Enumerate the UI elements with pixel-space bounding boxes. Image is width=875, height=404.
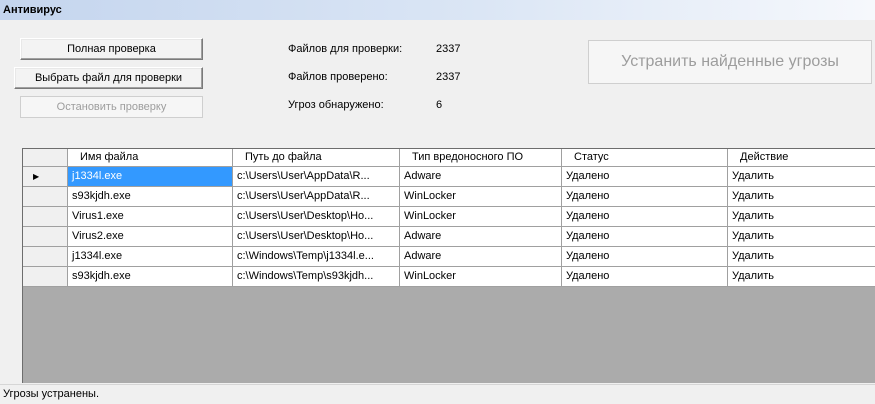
row-header[interactable] <box>23 207 68 227</box>
file-name-cell[interactable]: s93kjdh.exe <box>68 187 233 207</box>
remove-threats-button[interactable]: Устранить найденные угрозы <box>588 40 872 84</box>
files-to-scan-value: 2337 <box>436 43 461 55</box>
files-scanned-value: 2337 <box>436 71 461 83</box>
status-bar: Угрозы устранены. <box>0 384 875 403</box>
column-header-file-path[interactable]: Путь до файла <box>233 149 400 167</box>
row-header-corner <box>23 149 68 167</box>
files-to-scan-label: Файлов для проверки: <box>288 43 403 55</box>
row-header[interactable] <box>23 187 68 207</box>
threats-label: Угроз обнаружено: <box>288 99 384 111</box>
row-header[interactable]: ▶ <box>23 167 68 187</box>
malware-type-cell[interactable]: Adware <box>400 247 562 267</box>
table-row[interactable]: Virus2.exe c:\Users\User\Desktop\Ho... Adw… <box>23 227 875 247</box>
file-name-cell[interactable]: s93kjdh.exe <box>68 267 233 287</box>
action-cell[interactable]: Удалить <box>728 167 875 187</box>
table-row[interactable]: Virus1.exe c:\Users\User\Desktop\Ho... Win… <box>23 207 875 227</box>
column-header-status[interactable]: Статус <box>562 149 728 167</box>
action-cell[interactable]: Удалить <box>728 247 875 267</box>
table-header: Имя файла Путь до файла Тип вредоносного… <box>23 149 875 169</box>
row-header[interactable] <box>23 267 68 287</box>
malware-type-cell[interactable]: WinLocker <box>400 187 562 207</box>
action-cell[interactable]: Удалить <box>728 227 875 247</box>
row-header[interactable] <box>23 247 68 267</box>
column-header-action[interactable]: Действие <box>728 149 875 167</box>
row-header[interactable] <box>23 227 68 247</box>
window-title: Антивирус <box>0 0 875 20</box>
status-cell[interactable]: Удалено <box>562 267 728 287</box>
action-cell[interactable]: Удалить <box>728 267 875 287</box>
file-name-cell[interactable]: Virus1.exe <box>68 207 233 227</box>
action-cell[interactable]: Удалить <box>728 207 875 227</box>
status-cell[interactable]: Удалено <box>562 187 728 207</box>
status-cell[interactable]: Удалено <box>562 167 728 187</box>
current-row-arrow-icon: ▶ <box>33 172 40 181</box>
file-path-cell[interactable]: c:\Users\User\Desktop\Ho... <box>233 207 400 227</box>
file-name-cell[interactable]: j1334l.exe <box>68 247 233 267</box>
threats-value: 6 <box>436 99 443 111</box>
column-header-file-name[interactable]: Имя файла <box>68 149 233 167</box>
stop-scan-button[interactable]: Остановить проверку <box>20 96 203 118</box>
file-path-cell[interactable]: c:\Users\User\AppData\R... <box>233 187 400 207</box>
table-row[interactable]: ▶ j1334l.exe c:\Users\User\AppData\R... Adw… <box>23 167 875 187</box>
table-row[interactable]: j1334l.exe c:\Windows\Temp\j1334l.e... Adw… <box>23 247 875 267</box>
threats-table[interactable]: Имя файла Путь до файла Тип вредоносного… <box>22 148 875 383</box>
file-name-cell[interactable]: j1334l.exe <box>68 167 233 187</box>
status-cell[interactable]: Удалено <box>562 227 728 247</box>
malware-type-cell[interactable]: WinLocker <box>400 267 562 287</box>
files-scanned-label: Файлов проверено: <box>288 71 388 83</box>
malware-type-cell[interactable]: Adware <box>400 167 562 187</box>
choose-file-button[interactable]: Выбрать файл для проверки <box>14 67 203 89</box>
table-row[interactable]: s93kjdh.exe c:\Windows\Temp\s93kjdh... Win… <box>23 267 875 287</box>
file-name-cell[interactable]: Virus2.exe <box>68 227 233 247</box>
status-cell[interactable]: Удалено <box>562 247 728 267</box>
file-path-cell[interactable]: c:\Users\User\AppData\R... <box>233 167 400 187</box>
malware-type-cell[interactable]: Adware <box>400 227 562 247</box>
action-cell[interactable]: Удалить <box>728 187 875 207</box>
table-row[interactable]: s93kjdh.exe c:\Users\User\AppData\R... Win… <box>23 187 875 207</box>
file-path-cell[interactable]: c:\Windows\Temp\s93kjdh... <box>233 267 400 287</box>
malware-type-cell[interactable]: WinLocker <box>400 207 562 227</box>
file-path-cell[interactable]: c:\Windows\Temp\j1334l.e... <box>233 247 400 267</box>
status-cell[interactable]: Удалено <box>562 207 728 227</box>
file-path-cell[interactable]: c:\Users\User\Desktop\Ho... <box>233 227 400 247</box>
column-header-malware-type[interactable]: Тип вредоносного ПО <box>400 149 562 167</box>
full-scan-button[interactable]: Полная проверка <box>20 38 203 60</box>
